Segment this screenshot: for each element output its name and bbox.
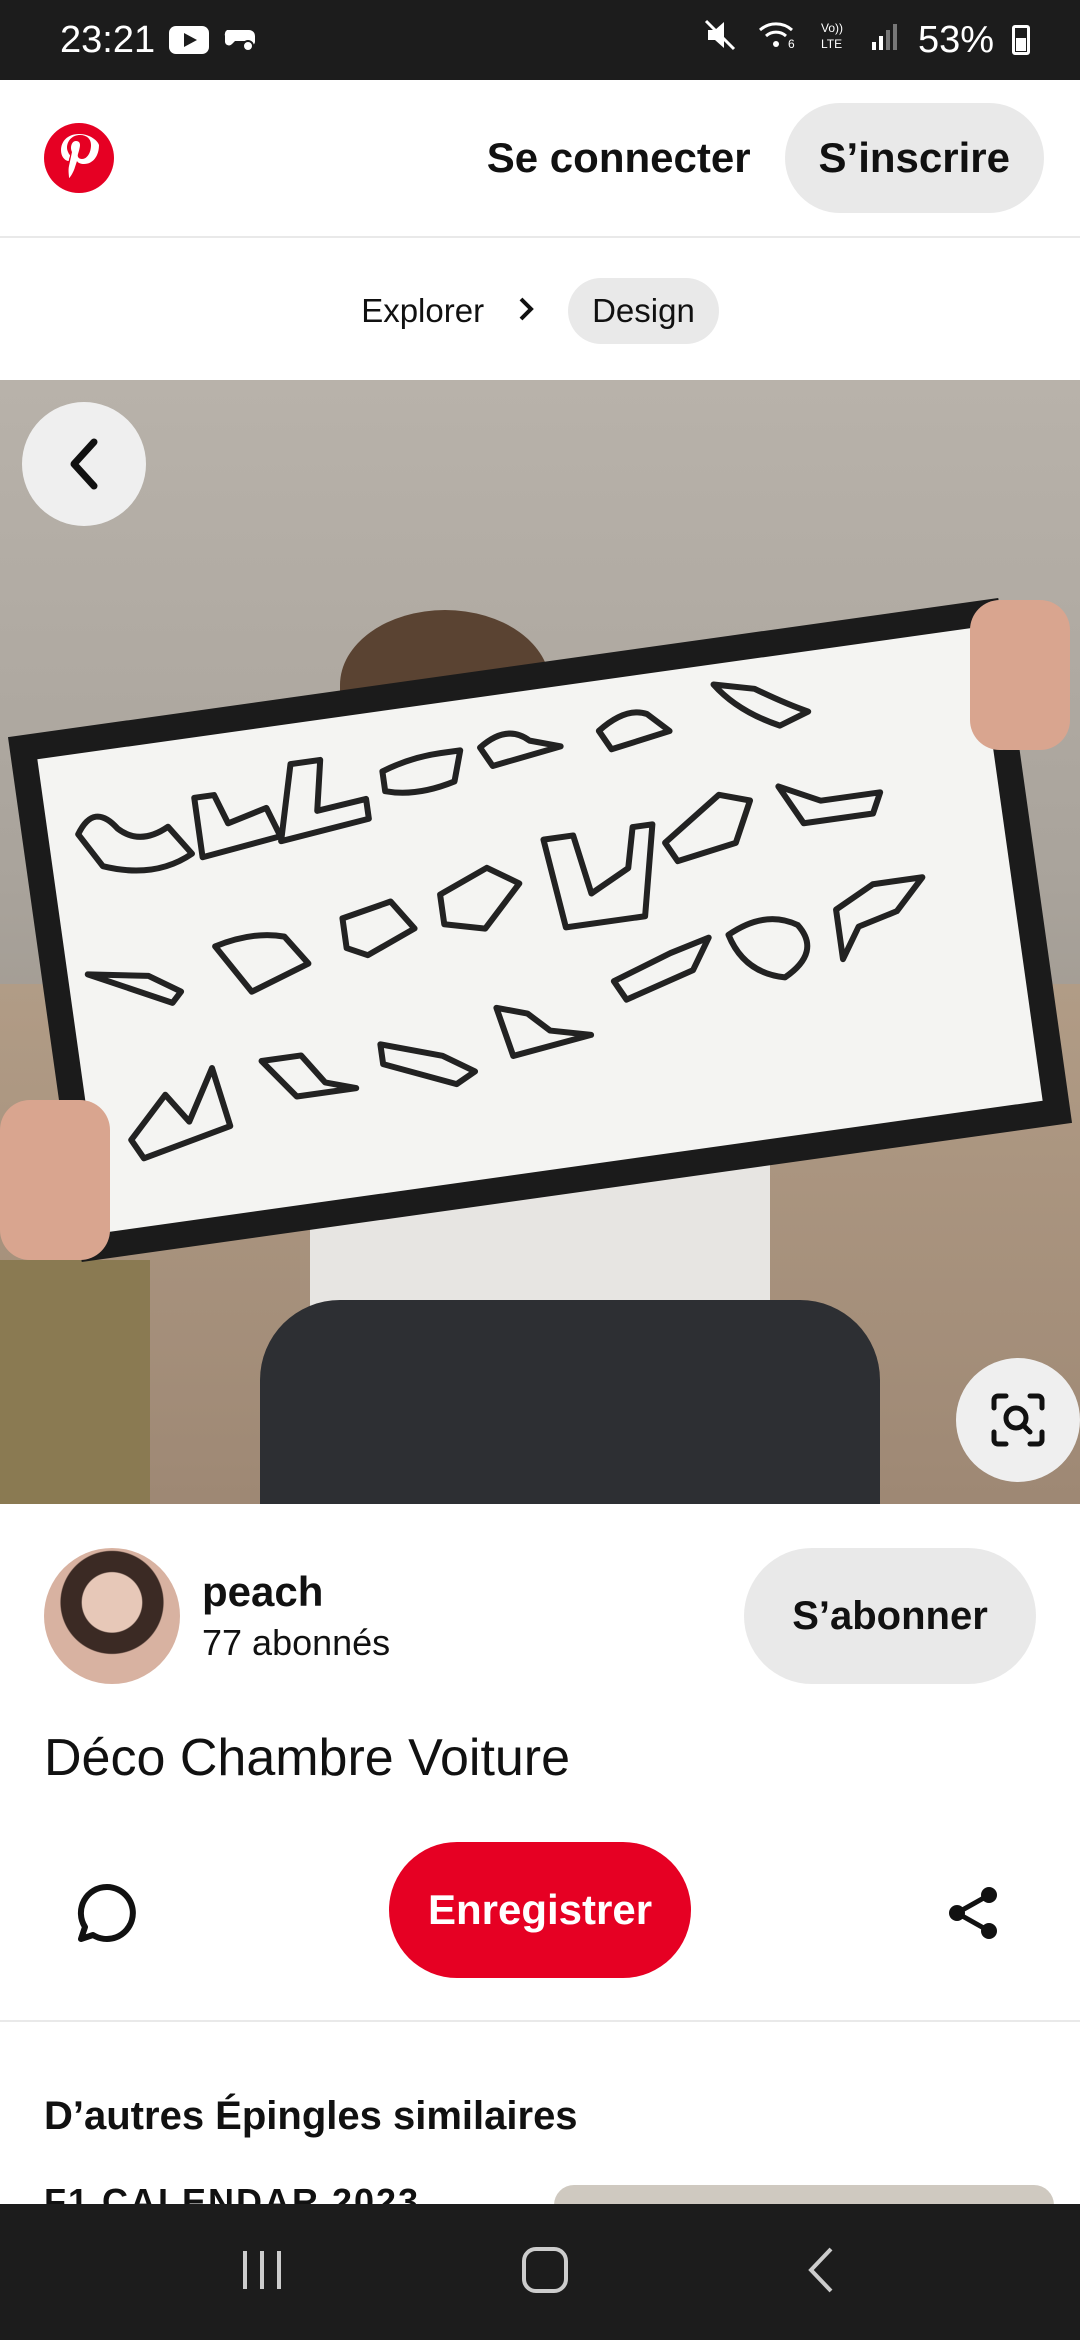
left-hand-shape (0, 1100, 110, 1260)
circuit-outlines (75, 681, 926, 1162)
right-hand-shape (970, 600, 1070, 750)
related-pin-preview[interactable]: F1 CALENDAR 2023 (44, 2185, 524, 2205)
divider (0, 2020, 1080, 2022)
svg-text:LTE: LTE (821, 37, 842, 51)
top-header: Se connecter S’inscrire (0, 80, 1080, 238)
breadcrumb-explorer[interactable]: Explorer (361, 292, 484, 330)
pants-shape (260, 1300, 880, 1504)
comment-button[interactable] (62, 1868, 152, 1958)
pillow-shape (0, 1260, 150, 1504)
pin-actions: Enregistrer (0, 1838, 1080, 1978)
save-button[interactable]: Enregistrer (389, 1842, 691, 1978)
chevron-left-icon (70, 438, 98, 490)
creator-info: peach 77 abonnés (202, 1568, 390, 1664)
youtube-icon (169, 26, 210, 54)
more-pins-title: D’autres Épingles similaires (44, 2094, 578, 2138)
home-button[interactable] (520, 2245, 570, 2300)
status-bar: 23:21 6 Vo)) LTE 53% (0, 0, 1080, 80)
creator-name[interactable]: peach (202, 1568, 390, 1616)
related-pin-preview[interactable] (554, 2185, 1054, 2205)
home-icon (521, 2246, 568, 2293)
svg-text:6: 6 (788, 37, 795, 51)
status-time: 23:21 (60, 18, 156, 61)
breadcrumb: Explorer Design (0, 278, 1080, 344)
recent-apps-icon (242, 2250, 281, 2289)
creator-followers: 77 abonnés (202, 1622, 391, 1663)
recent-apps-button[interactable] (237, 2247, 287, 2298)
lens-search-icon (991, 1393, 1045, 1447)
back-icon (808, 2247, 833, 2292)
pin-image[interactable] (0, 380, 1080, 1504)
comment-icon (77, 1883, 136, 1942)
game-icon (223, 19, 259, 62)
chevron-right-icon (516, 292, 536, 330)
signup-button[interactable]: S’inscrire (784, 103, 1044, 213)
visual-search-button[interactable] (956, 1358, 1080, 1482)
wifi-calling-icon: 6 (756, 18, 800, 62)
signal-icon (870, 19, 900, 62)
battery-percent: 53% (917, 18, 994, 61)
system-nav-bar (0, 2204, 1080, 2340)
svg-text:Vo)): Vo)) (821, 21, 843, 35)
pin-title: Déco Chambre Voiture (44, 1729, 571, 1787)
nav-back-button[interactable] (803, 2245, 843, 2300)
follow-button[interactable]: S’abonner (744, 1548, 1036, 1684)
breadcrumb-design[interactable]: Design (568, 278, 719, 344)
share-button[interactable] (928, 1868, 1018, 1958)
avatar[interactable] (44, 1548, 180, 1684)
battery-icon (1012, 25, 1030, 55)
login-link[interactable]: Se connecter (487, 134, 751, 182)
related-pin-text: F1 CALENDAR 2023 (44, 2185, 524, 2205)
mute-icon (702, 18, 738, 62)
creator-row: peach 77 abonnés S’abonner (44, 1548, 1036, 1684)
volte-icon: Vo)) LTE (818, 18, 852, 62)
back-button[interactable] (22, 402, 146, 526)
pinterest-logo[interactable] (44, 123, 114, 193)
share-icon (949, 1887, 997, 1939)
